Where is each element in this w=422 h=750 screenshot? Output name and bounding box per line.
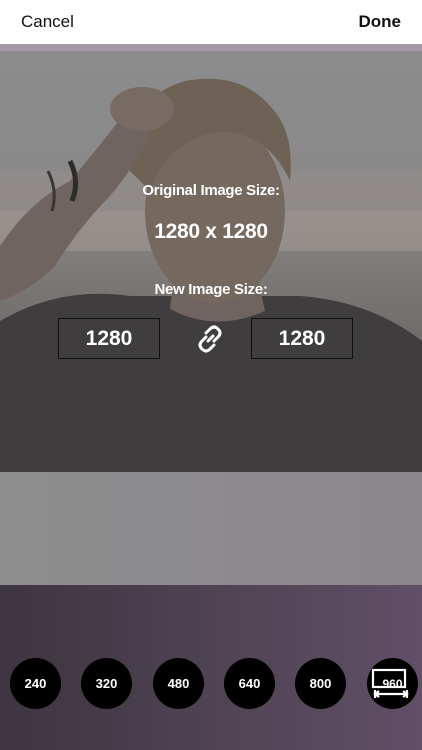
resize-overlay: Original Image Size: 1280 x 1280 New Ima… [0, 0, 422, 750]
custom-size-button[interactable]: 960 [367, 658, 418, 709]
original-size-value: 1280 x 1280 [154, 220, 268, 243]
resize-icon [371, 668, 409, 698]
preset-button-240[interactable]: 240 [10, 658, 61, 709]
width-input[interactable]: 1280 [58, 318, 160, 359]
preset-button-800[interactable]: 800 [295, 658, 346, 709]
link-icon[interactable] [194, 323, 226, 355]
original-size-label: Original Image Size: [142, 182, 280, 199]
preset-button-480[interactable]: 480 [153, 658, 204, 709]
new-size-label: New Image Size: [154, 281, 268, 298]
preset-button-320[interactable]: 320 [81, 658, 132, 709]
height-input[interactable]: 1280 [251, 318, 353, 359]
preset-button-640[interactable]: 640 [224, 658, 275, 709]
